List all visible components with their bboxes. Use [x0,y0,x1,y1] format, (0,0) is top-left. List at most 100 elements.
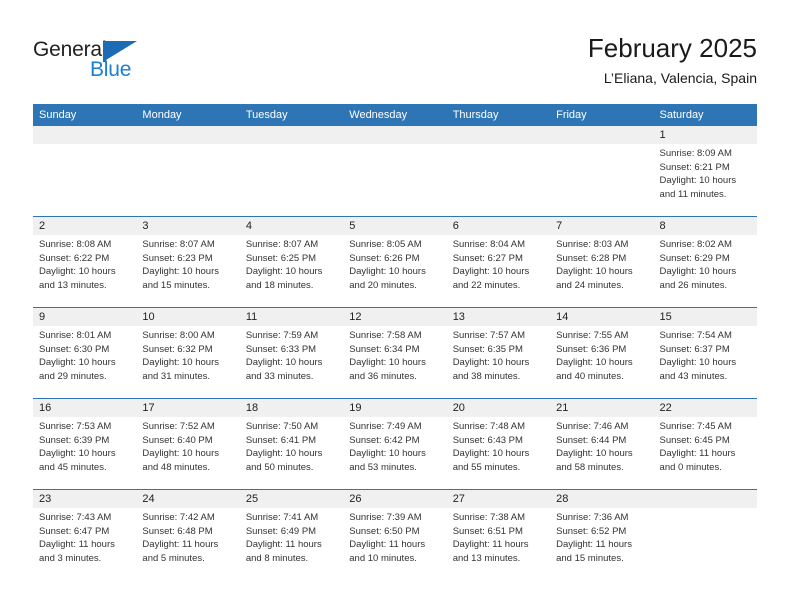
day-number-empty [33,126,136,144]
day-cell[interactable]: Sunrise: 7:42 AM Sunset: 6:48 PM Daylight:… [136,508,239,580]
day-number[interactable]: 24 [136,490,239,508]
sun-info-line: Sunset: 6:51 PM [452,525,523,537]
day-number[interactable]: 20 [447,399,550,417]
sun-info-line: Sunset: 6:23 PM [142,252,213,264]
page-header: General Blue February 2025 L’Eliana, Val… [0,0,792,104]
sun-info-line: Sunrise: 7:55 AM [556,330,629,341]
day-cell[interactable]: Sunrise: 7:49 AM Sunset: 6:42 PM Daylight:… [343,417,446,489]
day-number-band: 2345678 [33,217,757,235]
day-number[interactable]: 3 [136,217,239,235]
day-number-empty [343,126,446,144]
day-number[interactable]: 9 [33,308,136,326]
sun-info-line: Sunrise: 7:59 AM [245,330,319,341]
sun-info-line: and 15 minutes. [142,279,211,291]
sun-info-line: Sunrise: 8:09 AM [659,148,732,159]
sun-info-line: Sunset: 6:28 PM [556,252,627,264]
location-subtitle: L’Eliana, Valencia, Spain [603,70,757,86]
sun-info-line: Sunset: 6:43 PM [452,434,523,446]
calendar-body: 1 Sunrise: 8:09 AM Sunset: 6:21 PM Daylight… [33,126,757,580]
sun-info-line: Daylight: 10 hours [142,266,219,277]
day-number[interactable]: 1 [654,126,757,144]
day-cell[interactable]: Sunrise: 7:50 AM Sunset: 6:41 PM Daylight:… [240,417,343,489]
day-cell-empty [550,144,653,216]
day-cell[interactable]: Sunrise: 8:05 AM Sunset: 6:26 PM Daylight:… [343,235,446,307]
day-cell[interactable]: Sunrise: 7:48 AM Sunset: 6:43 PM Daylight:… [447,417,550,489]
sun-info-line: and 33 minutes. [245,370,314,382]
sun-info-line: Sunset: 6:26 PM [349,252,420,264]
day-cell[interactable]: Sunrise: 7:55 AM Sunset: 6:36 PM Daylight:… [550,326,653,398]
day-number[interactable]: 17 [136,399,239,417]
day-number[interactable]: 11 [240,308,343,326]
day-number[interactable]: 19 [343,399,446,417]
day-number[interactable]: 27 [447,490,550,508]
sun-info-line: Sunset: 6:35 PM [452,343,523,355]
sun-info-line: Sunrise: 7:39 AM [349,512,422,523]
day-cell[interactable]: Sunrise: 7:52 AM Sunset: 6:40 PM Daylight:… [136,417,239,489]
day-cell[interactable]: Sunrise: 7:36 AM Sunset: 6:52 PM Daylight:… [550,508,653,580]
day-number[interactable]: 23 [33,490,136,508]
day-number[interactable]: 15 [654,308,757,326]
sun-info-line: Sunset: 6:30 PM [39,343,110,355]
day-number[interactable]: 7 [550,217,653,235]
sun-info-line: Daylight: 10 hours [39,357,116,368]
day-number[interactable]: 6 [447,217,550,235]
day-detail-band: Sunrise: 7:43 AM Sunset: 6:47 PM Daylight:… [33,508,757,580]
day-cell[interactable]: Sunrise: 7:39 AM Sunset: 6:50 PM Daylight:… [343,508,446,580]
day-number-empty [240,126,343,144]
sun-info-line: Sunset: 6:50 PM [349,525,420,537]
day-number[interactable]: 5 [343,217,446,235]
sun-info-line: and 40 minutes. [556,370,624,382]
sun-info-line: Sunrise: 8:01 AM [39,330,112,341]
sun-info-line: Sunrise: 8:00 AM [142,330,215,341]
day-cell[interactable]: Sunrise: 8:00 AM Sunset: 6:32 PM Daylight:… [136,326,239,398]
day-number[interactable]: 10 [136,308,239,326]
day-cell[interactable]: Sunrise: 8:02 AM Sunset: 6:29 PM Daylight:… [654,235,757,307]
week-row: 1 Sunrise: 8:09 AM Sunset: 6:21 PM Daylight… [33,126,757,216]
sun-info-line: and 10 minutes. [349,552,417,564]
day-cell[interactable]: Sunrise: 8:08 AM Sunset: 6:22 PM Daylight:… [33,235,136,307]
day-number[interactable]: 12 [343,308,446,326]
day-cell[interactable]: Sunrise: 8:07 AM Sunset: 6:25 PM Daylight:… [240,235,343,307]
day-cell[interactable]: Sunrise: 8:01 AM Sunset: 6:30 PM Daylight:… [33,326,136,398]
day-cell[interactable]: Sunrise: 7:41 AM Sunset: 6:49 PM Daylight:… [240,508,343,580]
day-number[interactable]: 25 [240,490,343,508]
day-cell[interactable]: Sunrise: 7:54 AM Sunset: 6:37 PM Daylight:… [654,326,757,398]
day-number[interactable]: 16 [33,399,136,417]
day-number[interactable]: 8 [654,217,757,235]
day-cell[interactable]: Sunrise: 8:09 AM Sunset: 6:21 PM Daylight:… [654,144,757,216]
day-cell[interactable]: Sunrise: 8:04 AM Sunset: 6:27 PM Daylight:… [447,235,550,307]
day-cell[interactable]: Sunrise: 7:38 AM Sunset: 6:51 PM Daylight:… [447,508,550,580]
day-detail-band: Sunrise: 8:09 AM Sunset: 6:21 PM Daylight:… [33,144,757,216]
day-number[interactable]: 2 [33,217,136,235]
week-row: 16 17 18 19 20 21 22 Sunrise: 7:53 AM Sunset: 6:… [33,398,757,489]
day-cell[interactable]: Sunrise: 7:57 AM Sunset: 6:35 PM Daylight:… [447,326,550,398]
day-number[interactable]: 18 [240,399,343,417]
day-cell[interactable]: Sunrise: 7:59 AM Sunset: 6:33 PM Daylight:… [240,326,343,398]
weekday-header-sunday: Sunday [39,109,77,121]
day-cell[interactable]: Sunrise: 8:07 AM Sunset: 6:23 PM Daylight:… [136,235,239,307]
day-number[interactable]: 13 [447,308,550,326]
sun-info-line: and 50 minutes. [245,461,314,473]
sun-info-line: and 38 minutes. [452,370,521,382]
week-row: 2 3 4 5 6 7 8 Sunrise: 8:08 AM Sunset: 6:22 PM Da… [33,216,757,307]
day-number[interactable]: 21 [550,399,653,417]
day-number[interactable]: 4 [240,217,343,235]
day-cell[interactable]: Sunrise: 7:46 AM Sunset: 6:44 PM Daylight:… [550,417,653,489]
day-cell[interactable]: Sunrise: 7:58 AM Sunset: 6:34 PM Daylight:… [343,326,446,398]
day-cell[interactable]: Sunrise: 8:03 AM Sunset: 6:28 PM Daylight:… [550,235,653,307]
sun-info-line: Daylight: 10 hours [245,357,323,368]
day-cell[interactable]: Sunrise: 7:53 AM Sunset: 6:39 PM Daylight:… [33,417,136,489]
calendar-table: Sunday Monday Tuesday Wednesday Thursday Frid… [33,104,757,580]
day-number[interactable]: 22 [654,399,757,417]
sun-info-line: and 24 minutes. [556,279,624,291]
day-cell[interactable]: Sunrise: 7:43 AM Sunset: 6:47 PM Daylight:… [33,508,136,580]
sun-info-line: Daylight: 11 hours [245,539,322,550]
day-number[interactable]: 14 [550,308,653,326]
day-number[interactable]: 28 [550,490,653,508]
sun-info-line: and 29 minutes. [39,370,107,382]
weekday-header-wednesday: Wednesday [349,109,408,121]
day-number[interactable]: 26 [343,490,446,508]
sun-info-line: Sunrise: 7:41 AM [245,512,319,523]
sun-info-line: Sunrise: 8:07 AM [142,239,215,250]
day-cell[interactable]: Sunrise: 7:45 AM Sunset: 6:45 PM Daylight:… [654,417,757,489]
